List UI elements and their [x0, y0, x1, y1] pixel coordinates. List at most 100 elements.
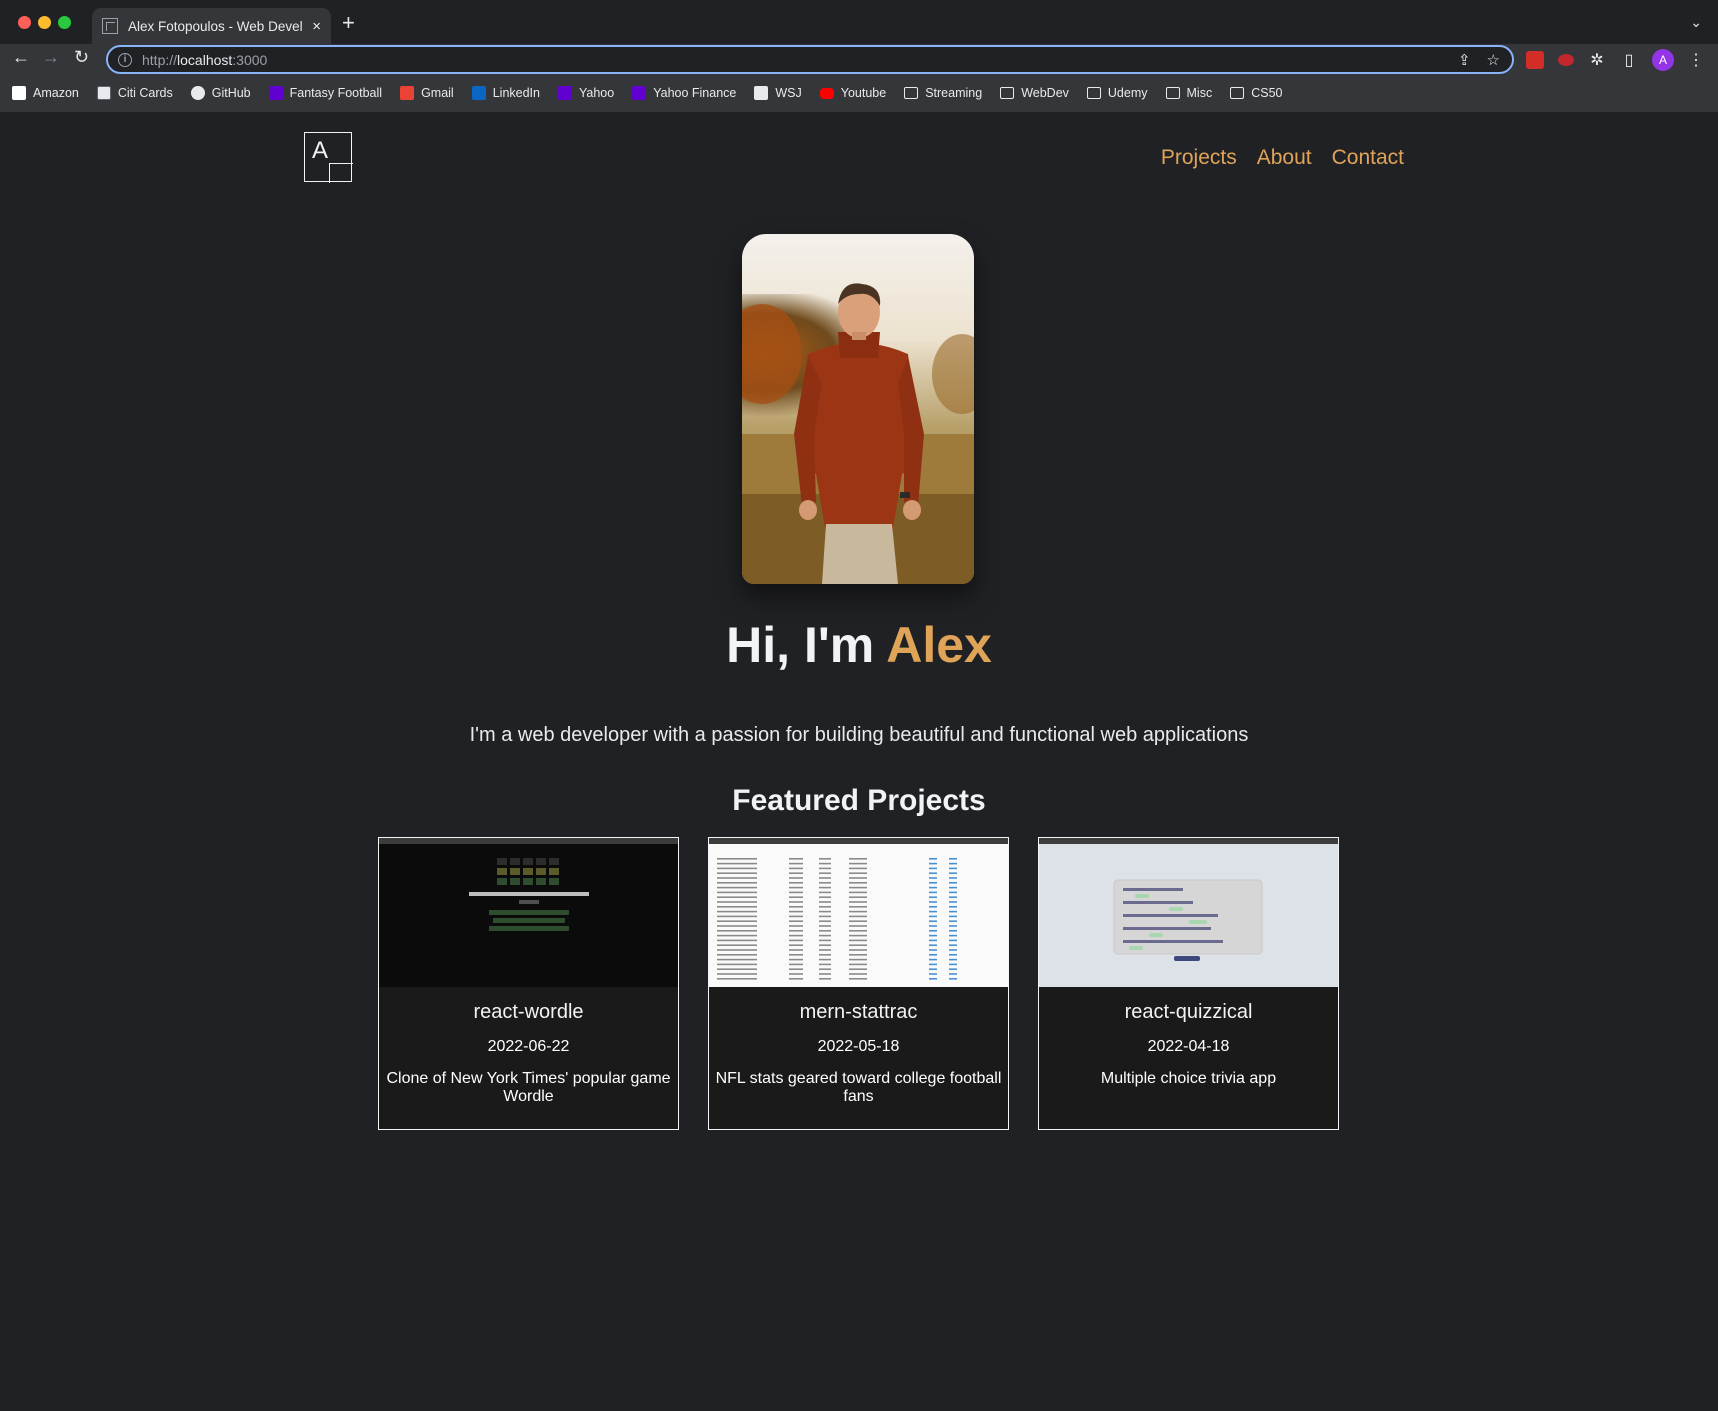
- puzzle-piece-icon[interactable]: ✲: [1588, 50, 1606, 70]
- bookmark-github[interactable]: GitHub: [190, 86, 251, 100]
- reload-icon[interactable]: ↻: [74, 48, 89, 66]
- table-line: [949, 973, 957, 975]
- yahoo-icon: [268, 86, 283, 100]
- bookmark-fantasy-football[interactable]: Fantasy Football: [268, 86, 382, 100]
- hero-heading: Hi, I'm Alex: [0, 616, 1718, 674]
- site-logo[interactable]: A: [304, 132, 353, 183]
- bookmark-yahoo[interactable]: Yahoo: [557, 86, 614, 100]
- bookmark-citi-cards[interactable]: Citi Cards: [96, 86, 173, 100]
- bookmark-cs50[interactable]: CS50: [1230, 86, 1282, 100]
- table-line: [929, 963, 937, 966]
- back-arrow-icon[interactable]: ←: [12, 48, 30, 66]
- table-line: [949, 896, 957, 898]
- bookmark-yahoo-finance[interactable]: Yahoo Finance: [632, 86, 736, 100]
- table-line: [819, 958, 831, 961]
- gmail-icon: [400, 86, 415, 100]
- table-line: [849, 925, 867, 927]
- url-text: http://localhost:3000: [142, 51, 268, 68]
- table-line: [819, 973, 831, 975]
- maximize-window-button[interactable]: [58, 16, 71, 29]
- bookmark-star-icon[interactable]: ☆: [1487, 51, 1500, 69]
- table-line: [949, 925, 957, 927]
- table-line: [949, 939, 957, 942]
- table-line: [717, 858, 757, 860]
- folder-icon: [1230, 87, 1245, 99]
- active-tab[interactable]: Alex Fotopoulos - Web Developer ×: [92, 8, 331, 44]
- table-line: [717, 906, 757, 908]
- site-info-icon[interactable]: i: [118, 52, 132, 67]
- table-line: [929, 949, 937, 951]
- folder-icon: [904, 87, 919, 99]
- project-screenshot: [379, 838, 678, 987]
- table-line: [929, 930, 937, 932]
- tab-search-chevron-icon[interactable]: ⌄: [1690, 14, 1702, 31]
- minimize-window-button[interactable]: [38, 16, 51, 29]
- project-card-react-quizzical[interactable]: react-quizzical 2022-04-18 Multiple choi…: [1038, 837, 1339, 1130]
- bookmark-label: Gmail: [421, 86, 454, 100]
- bookmark-udemy[interactable]: Udemy: [1086, 86, 1148, 100]
- new-tab-button[interactable]: +: [342, 12, 355, 34]
- table-line: [849, 958, 867, 961]
- citi-icon: [96, 86, 111, 100]
- table-line: [819, 934, 831, 937]
- profile-avatar[interactable]: A: [1652, 49, 1674, 71]
- table-line: [789, 896, 803, 898]
- table-line: [929, 867, 937, 870]
- nav-about-link[interactable]: About: [1257, 146, 1312, 170]
- table-line: [949, 920, 957, 922]
- table-line: [789, 910, 803, 913]
- table-line: [789, 872, 803, 874]
- side-panel-icon[interactable]: ▯: [1620, 50, 1638, 70]
- table-line: [849, 978, 867, 980]
- table-line: [849, 872, 867, 874]
- pocket-extension-icon[interactable]: [1558, 54, 1574, 66]
- table-line: [849, 963, 867, 966]
- address-bar[interactable]: i http://localhost:3000 ⇪ ☆: [106, 45, 1514, 74]
- table-line: [789, 877, 803, 879]
- table-line: [849, 934, 867, 937]
- project-card-mern-stattrac[interactable]: mern-stattrac 2022-05-18 NFL stats geare…: [708, 837, 1009, 1130]
- table-line: [929, 934, 937, 937]
- table-line: [717, 915, 757, 918]
- hero-name: Alex: [886, 617, 992, 673]
- table-line: [819, 978, 831, 980]
- tab-close-icon[interactable]: ×: [312, 18, 321, 35]
- table-line: [849, 973, 867, 975]
- project-description: Multiple choice trivia app: [1100, 1070, 1277, 1087]
- nav-projects-link[interactable]: Projects: [1161, 146, 1237, 170]
- table-line: [949, 858, 957, 860]
- forward-arrow-icon[interactable]: →: [42, 48, 60, 66]
- bookmark-label: Amazon: [33, 86, 79, 100]
- bookmark-webdev[interactable]: WebDev: [1000, 86, 1069, 100]
- bookmark-wsj[interactable]: WSJ: [754, 86, 802, 100]
- share-icon[interactable]: ⇪: [1458, 51, 1471, 69]
- close-window-button[interactable]: [18, 16, 31, 29]
- nav-contact-link[interactable]: Contact: [1332, 146, 1404, 170]
- bookmark-linkedin[interactable]: LinkedIn: [471, 86, 540, 100]
- table-line: [819, 872, 831, 874]
- bookmark-streaming[interactable]: Streaming: [904, 86, 982, 100]
- lastpass-extension-icon[interactable]: [1526, 51, 1544, 69]
- bookmark-youtube[interactable]: Youtube: [819, 86, 886, 100]
- table-line: [819, 944, 831, 946]
- folder-icon: [1165, 87, 1180, 99]
- table-line: [789, 958, 803, 961]
- bookmark-amazon[interactable]: Amazon: [12, 86, 79, 100]
- table-line: [789, 963, 803, 966]
- table-line: [929, 872, 937, 874]
- table-line: [819, 896, 831, 898]
- table-line: [929, 958, 937, 961]
- bookmarks-bar: Amazon Citi Cards GitHub Fantasy Football Gm…: [0, 82, 1718, 104]
- table-line: [717, 949, 757, 951]
- table-line: [789, 944, 803, 946]
- table-line: [849, 858, 867, 860]
- bookmark-gmail[interactable]: Gmail: [400, 86, 454, 100]
- kebab-menu-icon[interactable]: ⋮: [1688, 50, 1704, 70]
- table-line: [929, 920, 937, 922]
- project-card-react-wordle[interactable]: react-wordle 2022-06-22 Clone of New Yor…: [378, 837, 679, 1130]
- bookmark-misc[interactable]: Misc: [1165, 86, 1212, 100]
- table-line: [819, 882, 831, 884]
- table-line: [929, 944, 937, 946]
- table-line: [949, 968, 957, 970]
- table-line: [949, 862, 957, 865]
